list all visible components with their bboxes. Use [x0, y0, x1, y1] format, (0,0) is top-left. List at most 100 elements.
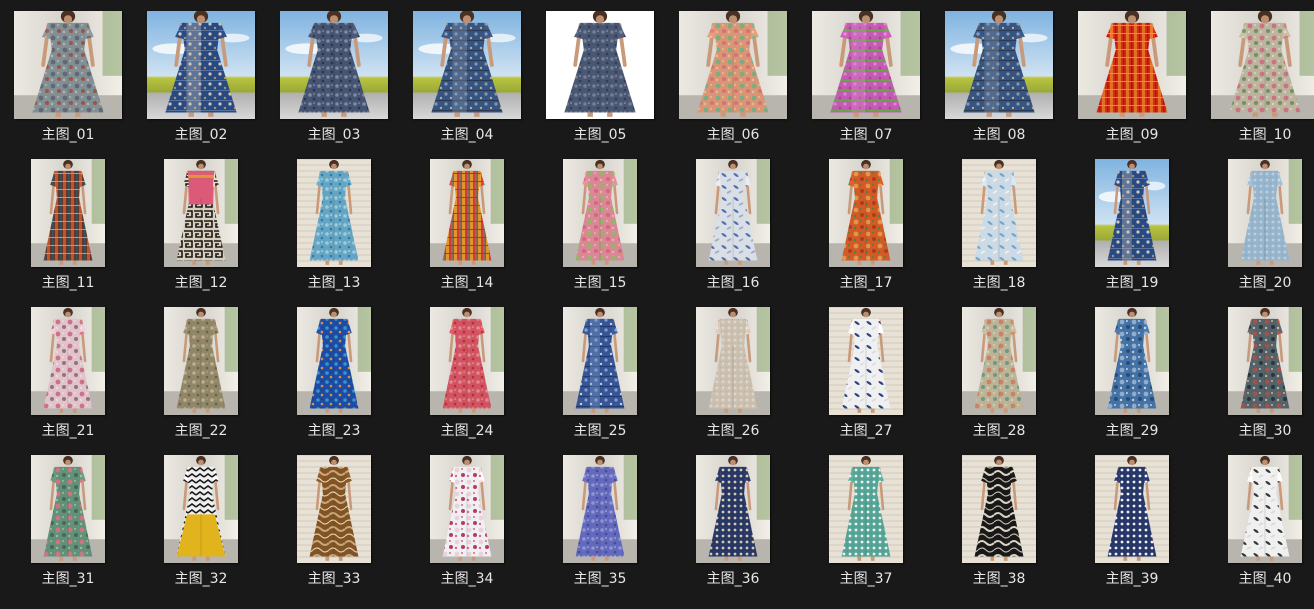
image-thumbnail[interactable] [430, 307, 504, 415]
file-tile[interactable]: 主图_19 [1066, 156, 1198, 304]
thumbnail-area [268, 304, 400, 418]
thumbnail-area [800, 452, 932, 566]
file-tile[interactable]: 主图_39 [1066, 452, 1198, 600]
file-tile[interactable]: 主图_23 [268, 304, 400, 452]
file-name: 主图_11 [41, 275, 95, 291]
image-thumbnail[interactable] [297, 455, 371, 563]
file-tile[interactable]: 主图_10 [1199, 8, 1314, 156]
file-tile[interactable]: 主图_32 [135, 452, 267, 600]
file-tile[interactable]: 主图_33 [268, 452, 400, 600]
file-tile[interactable]: 主图_18 [933, 156, 1065, 304]
image-thumbnail[interactable] [962, 159, 1036, 267]
image-thumbnail[interactable] [430, 455, 504, 563]
file-name: 主图_40 [1238, 571, 1292, 587]
image-thumbnail[interactable] [696, 159, 770, 267]
image-thumbnail[interactable] [1211, 11, 1314, 119]
file-tile[interactable]: 主图_40 [1199, 452, 1314, 600]
image-thumbnail[interactable] [297, 159, 371, 267]
file-tile[interactable]: 主图_04 [401, 8, 533, 156]
file-name: 主图_04 [440, 127, 494, 143]
file-tile[interactable]: 主图_35 [534, 452, 666, 600]
file-tile[interactable]: 主图_11 [2, 156, 134, 304]
file-name: 主图_24 [440, 423, 494, 439]
image-thumbnail[interactable] [164, 455, 238, 563]
file-tile[interactable]: 主图_08 [933, 8, 1065, 156]
thumbnail-area [1066, 156, 1198, 270]
image-thumbnail[interactable] [31, 455, 105, 563]
image-thumbnail[interactable] [164, 159, 238, 267]
file-tile[interactable]: 主图_14 [401, 156, 533, 304]
file-name: 主图_09 [1105, 127, 1159, 143]
image-thumbnail[interactable] [14, 11, 122, 119]
thumbnail-area [800, 304, 932, 418]
file-tile[interactable]: 主图_07 [800, 8, 932, 156]
file-tile[interactable]: 主图_09 [1066, 8, 1198, 156]
image-thumbnail[interactable] [413, 11, 521, 119]
file-tile[interactable]: 主图_21 [2, 304, 134, 452]
file-tile[interactable]: 主图_36 [667, 452, 799, 600]
file-tile[interactable]: 主图_28 [933, 304, 1065, 452]
thumbnail-area [2, 452, 134, 566]
file-name: 主图_38 [972, 571, 1026, 587]
file-tile[interactable]: 主图_20 [1199, 156, 1314, 304]
image-thumbnail[interactable] [1095, 307, 1169, 415]
image-thumbnail[interactable] [962, 455, 1036, 563]
file-tile[interactable]: 主图_22 [135, 304, 267, 452]
thumbnail-area [800, 8, 932, 122]
image-thumbnail[interactable] [829, 159, 903, 267]
image-thumbnail[interactable] [1095, 455, 1169, 563]
file-tile[interactable]: 主图_34 [401, 452, 533, 600]
file-tile[interactable]: 主图_29 [1066, 304, 1198, 452]
image-thumbnail[interactable] [696, 307, 770, 415]
file-tile[interactable]: 主图_37 [800, 452, 932, 600]
file-tile[interactable]: 主图_13 [268, 156, 400, 304]
file-tile[interactable]: 主图_17 [800, 156, 932, 304]
image-thumbnail[interactable] [297, 307, 371, 415]
file-tile[interactable]: 主图_15 [534, 156, 666, 304]
image-thumbnail[interactable] [829, 455, 903, 563]
file-tile[interactable]: 主图_26 [667, 304, 799, 452]
image-thumbnail[interactable] [430, 159, 504, 267]
file-tile[interactable]: 主图_25 [534, 304, 666, 452]
file-tile[interactable]: 主图_38 [933, 452, 1065, 600]
image-thumbnail[interactable] [147, 11, 255, 119]
image-thumbnail[interactable] [563, 159, 637, 267]
image-thumbnail[interactable] [962, 307, 1036, 415]
file-name: 主图_28 [972, 423, 1026, 439]
image-thumbnail[interactable] [563, 455, 637, 563]
file-name: 主图_22 [174, 423, 228, 439]
image-thumbnail[interactable] [1078, 11, 1186, 119]
file-tile[interactable]: 主图_06 [667, 8, 799, 156]
image-thumbnail[interactable] [679, 11, 787, 119]
image-thumbnail[interactable] [945, 11, 1053, 119]
file-tile[interactable]: 主图_01 [2, 8, 134, 156]
file-name: 主图_39 [1105, 571, 1159, 587]
file-tile[interactable]: 主图_31 [2, 452, 134, 600]
file-tile[interactable]: 主图_30 [1199, 304, 1314, 452]
thumbnail-area [667, 8, 799, 122]
image-thumbnail[interactable] [696, 455, 770, 563]
image-thumbnail[interactable] [280, 11, 388, 119]
image-thumbnail[interactable] [1228, 307, 1302, 415]
image-thumbnail[interactable] [1228, 455, 1302, 563]
file-tile[interactable]: 主图_03 [268, 8, 400, 156]
thumbnail-area [1066, 304, 1198, 418]
image-thumbnail[interactable] [31, 159, 105, 267]
file-tile[interactable]: 主图_02 [135, 8, 267, 156]
file-tile[interactable]: 主图_27 [800, 304, 932, 452]
image-thumbnail[interactable] [546, 11, 654, 119]
file-tile[interactable]: 主图_05 [534, 8, 666, 156]
thumbnail-area [401, 452, 533, 566]
thumbnail-area [2, 8, 134, 122]
image-thumbnail[interactable] [1095, 159, 1169, 267]
image-thumbnail[interactable] [563, 307, 637, 415]
image-thumbnail[interactable] [164, 307, 238, 415]
file-tile[interactable]: 主图_12 [135, 156, 267, 304]
file-tile[interactable]: 主图_16 [667, 156, 799, 304]
image-thumbnail[interactable] [31, 307, 105, 415]
file-name: 主图_12 [174, 275, 228, 291]
file-tile[interactable]: 主图_24 [401, 304, 533, 452]
image-thumbnail[interactable] [1228, 159, 1302, 267]
image-thumbnail[interactable] [829, 307, 903, 415]
image-thumbnail[interactable] [812, 11, 920, 119]
